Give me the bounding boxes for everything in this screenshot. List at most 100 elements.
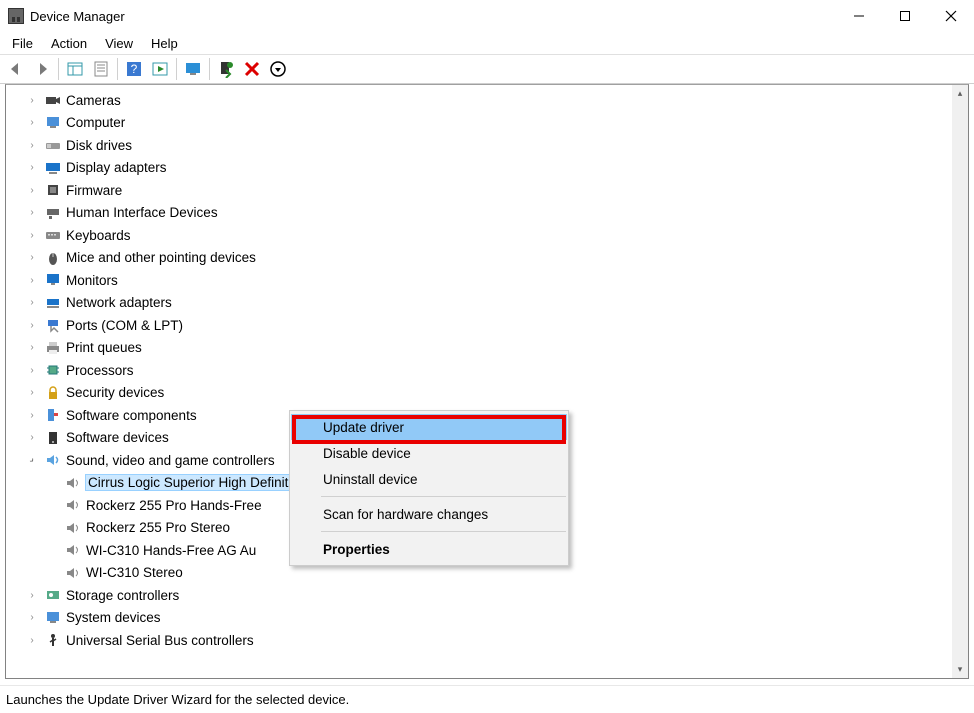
- down-circle-icon: [269, 60, 287, 78]
- chevron-down-icon[interactable]: ›: [24, 452, 40, 468]
- show-hide-tree-button[interactable]: [63, 57, 87, 81]
- menu-help[interactable]: Help: [143, 34, 186, 53]
- menu-action[interactable]: Action: [43, 34, 95, 53]
- device-tree[interactable]: ›Cameras ›Computer ›Disk drives ›Display…: [6, 85, 952, 678]
- camera-icon: [44, 91, 62, 109]
- scan-button[interactable]: [181, 57, 205, 81]
- chevron-right-icon[interactable]: ›: [26, 410, 38, 421]
- chevron-right-icon[interactable]: ›: [26, 590, 38, 601]
- scroll-up-icon[interactable]: ▴: [952, 85, 968, 102]
- tree-item-label: Software devices: [66, 430, 169, 445]
- ctx-update-driver[interactable]: Update driver: [291, 414, 567, 440]
- chevron-right-icon[interactable]: ›: [26, 95, 38, 106]
- ctx-uninstall-device[interactable]: Uninstall device: [291, 466, 567, 492]
- chevron-right-icon[interactable]: ›: [26, 275, 38, 286]
- properties-button[interactable]: [89, 57, 113, 81]
- menu-file[interactable]: File: [4, 34, 41, 53]
- forward-button[interactable]: [30, 57, 54, 81]
- chevron-right-icon[interactable]: ›: [26, 612, 38, 623]
- properties-icon: [92, 60, 110, 78]
- tree-item-label: WI-C310 Stereo: [86, 565, 183, 580]
- chevron-right-icon[interactable]: ›: [26, 432, 38, 443]
- network-icon: [44, 294, 62, 312]
- tree-item-storage[interactable]: ›Storage controllers: [6, 584, 952, 607]
- tree-item-mice[interactable]: ›Mice and other pointing devices: [6, 247, 952, 270]
- tree-item-label: Ports (COM & LPT): [66, 318, 183, 333]
- update-icon: [217, 60, 235, 78]
- ctx-scan-hardware[interactable]: Scan for hardware changes: [291, 501, 567, 527]
- printer-icon: [44, 339, 62, 357]
- maximize-button[interactable]: [882, 0, 928, 32]
- minimize-icon: [853, 10, 865, 22]
- chevron-right-icon[interactable]: ›: [26, 635, 38, 646]
- software-component-icon: [44, 406, 62, 424]
- window-controls: [836, 0, 974, 32]
- chevron-right-icon[interactable]: ›: [26, 297, 38, 308]
- back-button[interactable]: [4, 57, 28, 81]
- mouse-icon: [44, 249, 62, 267]
- tree-item-system[interactable]: › System devices: [6, 607, 952, 630]
- tree-item-label: Human Interface Devices: [66, 205, 218, 220]
- tree-item-label: Keyboards: [66, 228, 131, 243]
- ctx-disable-device[interactable]: Disable device: [291, 440, 567, 466]
- help-button[interactable]: ?: [122, 57, 146, 81]
- toolbar-separator: [209, 58, 210, 80]
- minimize-button[interactable]: [836, 0, 882, 32]
- tree-item-network[interactable]: ›Network adapters: [6, 292, 952, 315]
- toolbar-separator: [58, 58, 59, 80]
- ctx-properties[interactable]: Properties: [291, 536, 567, 562]
- monitor-icon: [184, 60, 202, 78]
- chevron-right-icon[interactable]: ›: [26, 117, 38, 128]
- menu-separator: [321, 496, 566, 497]
- tree-item-firmware[interactable]: ›Firmware: [6, 179, 952, 202]
- scroll-down-icon[interactable]: ▾: [952, 661, 968, 678]
- vertical-scrollbar[interactable]: ▴ ▾: [952, 85, 968, 678]
- menu-separator: [321, 531, 566, 532]
- tree-item-label: Security devices: [66, 385, 164, 400]
- forward-icon: [33, 60, 51, 78]
- chevron-right-icon[interactable]: ›: [26, 230, 38, 241]
- storage-icon: [44, 586, 62, 604]
- tree-item-printqueues[interactable]: ›Print queues: [6, 337, 952, 360]
- hid-icon: [44, 204, 62, 222]
- chevron-right-icon[interactable]: ›: [26, 320, 38, 331]
- menu-view[interactable]: View: [97, 34, 141, 53]
- window-title: Device Manager: [30, 9, 125, 24]
- disable-button[interactable]: [266, 57, 290, 81]
- chevron-right-icon[interactable]: ›: [26, 252, 38, 263]
- tree-item-usb[interactable]: › Universal Serial Bus controllers: [6, 629, 952, 652]
- uninstall-button[interactable]: [240, 57, 264, 81]
- tree-item-hid[interactable]: › Human Interface Devices: [6, 202, 952, 225]
- firmware-icon: [44, 181, 62, 199]
- chevron-right-icon[interactable]: ›: [26, 185, 38, 196]
- speaker-icon: [64, 519, 82, 537]
- tree-item-label: Universal Serial Bus controllers: [66, 633, 254, 648]
- sound-icon: [44, 451, 62, 469]
- close-button[interactable]: [928, 0, 974, 32]
- tree-item-monitors[interactable]: ›Monitors: [6, 269, 952, 292]
- action-button[interactable]: [148, 57, 172, 81]
- chevron-right-icon[interactable]: ›: [26, 342, 38, 353]
- speaker-icon: [64, 541, 82, 559]
- tree-item-processors[interactable]: ›Processors: [6, 359, 952, 382]
- chevron-right-icon[interactable]: ›: [26, 387, 38, 398]
- tree-item-cameras[interactable]: ›Cameras: [6, 89, 952, 112]
- cpu-icon: [44, 361, 62, 379]
- chevron-right-icon[interactable]: ›: [26, 162, 38, 173]
- chevron-right-icon[interactable]: ›: [26, 365, 38, 376]
- tree-item-label: System devices: [66, 610, 161, 625]
- update-driver-button[interactable]: [214, 57, 238, 81]
- disk-icon: [44, 136, 62, 154]
- tree-item-label: Rockerz 255 Pro Stereo: [86, 520, 230, 535]
- chevron-right-icon[interactable]: ›: [26, 207, 38, 218]
- tree-item-ports[interactable]: › Ports (COM & LPT): [6, 314, 952, 337]
- toolbar: ?: [0, 54, 974, 84]
- tree-item-computer[interactable]: ›Computer: [6, 112, 952, 135]
- tree-item-diskdrives[interactable]: ›Disk drives: [6, 134, 952, 157]
- display-adapter-icon: [44, 159, 62, 177]
- tree-item-keyboards[interactable]: › Keyboards: [6, 224, 952, 247]
- tree-item-security[interactable]: › Security devices: [6, 382, 952, 405]
- software-device-icon: [44, 429, 62, 447]
- tree-item-displayadapters[interactable]: ›Display adapters: [6, 157, 952, 180]
- chevron-right-icon[interactable]: ›: [26, 140, 38, 151]
